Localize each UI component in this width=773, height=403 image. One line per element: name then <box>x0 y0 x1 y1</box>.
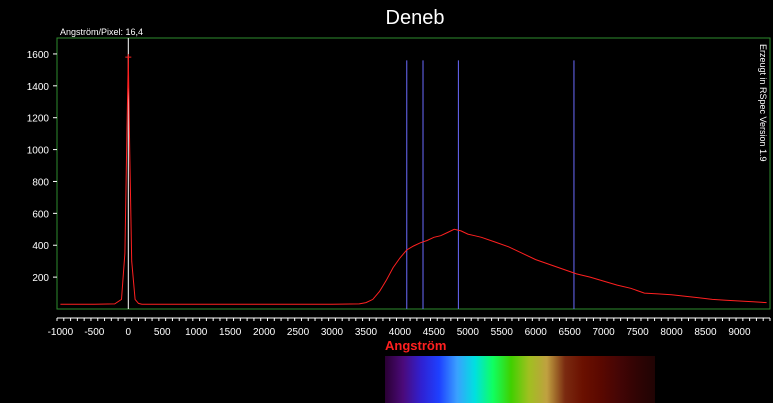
x-tick-label: 5000 <box>457 327 480 338</box>
x-tick-label: 500 <box>154 327 171 338</box>
line-markers <box>127 38 575 309</box>
x-tick-label: 1500 <box>219 327 242 338</box>
spectrum-series-line <box>60 57 767 305</box>
y-tick-label: 400 <box>32 241 49 252</box>
x-tick-label: 2500 <box>287 327 310 338</box>
plot-frame <box>56 37 771 310</box>
x-tick-label: 5500 <box>491 327 514 338</box>
x-tick-label: -1000 <box>48 327 74 338</box>
x-tick-label: 7000 <box>593 327 616 338</box>
x-tick-label: 6500 <box>559 327 582 338</box>
series-layer <box>60 54 767 305</box>
x-tick-label: 3500 <box>355 327 378 338</box>
x-tick-label: 8000 <box>660 327 683 338</box>
x-tick-label: -500 <box>84 327 104 338</box>
y-tick-label: 1200 <box>27 114 50 125</box>
x-axis-title: Angström <box>385 338 446 353</box>
x-tick-label: 1000 <box>185 327 208 338</box>
y-tick-label: 200 <box>32 273 49 284</box>
x-tick-label: 8500 <box>694 327 717 338</box>
x-tick-label: 4000 <box>389 327 412 338</box>
x-axis: -1000 -500 0 500 1000 1500 2000 2500 3000 3500 400… <box>48 317 771 338</box>
y-tick-label: 1400 <box>27 82 50 93</box>
x-tick-label: 3000 <box>321 327 344 338</box>
dispersion-label: Angström/Pixel: 16,4 <box>60 27 143 37</box>
x-tick-label: 4500 <box>423 327 446 338</box>
x-tick-label: 0 <box>126 327 132 338</box>
x-tick-label: 7500 <box>626 327 649 338</box>
y-tick-label: 1600 <box>27 50 50 61</box>
peak-marker <box>125 54 132 61</box>
y-axis: 200 400 600 800 1000 1200 1400 1600 <box>27 50 57 284</box>
x-tick-label: 9000 <box>728 327 751 338</box>
software-credit: Erzeugt in RSpec Version 1.9 <box>758 44 768 162</box>
y-tick-label: 1000 <box>27 146 50 157</box>
y-tick-label: 800 <box>32 177 49 188</box>
x-tick-label: 2000 <box>253 327 276 338</box>
y-tick-label: 600 <box>32 209 49 220</box>
chart-title: Deneb <box>386 7 445 29</box>
spectrum-chart: Deneb Angström/Pixel: 16,4 Erzeugt in RS… <box>27 7 771 403</box>
x-tick-label: 6000 <box>525 327 548 338</box>
color-spectrum-band <box>385 356 655 403</box>
